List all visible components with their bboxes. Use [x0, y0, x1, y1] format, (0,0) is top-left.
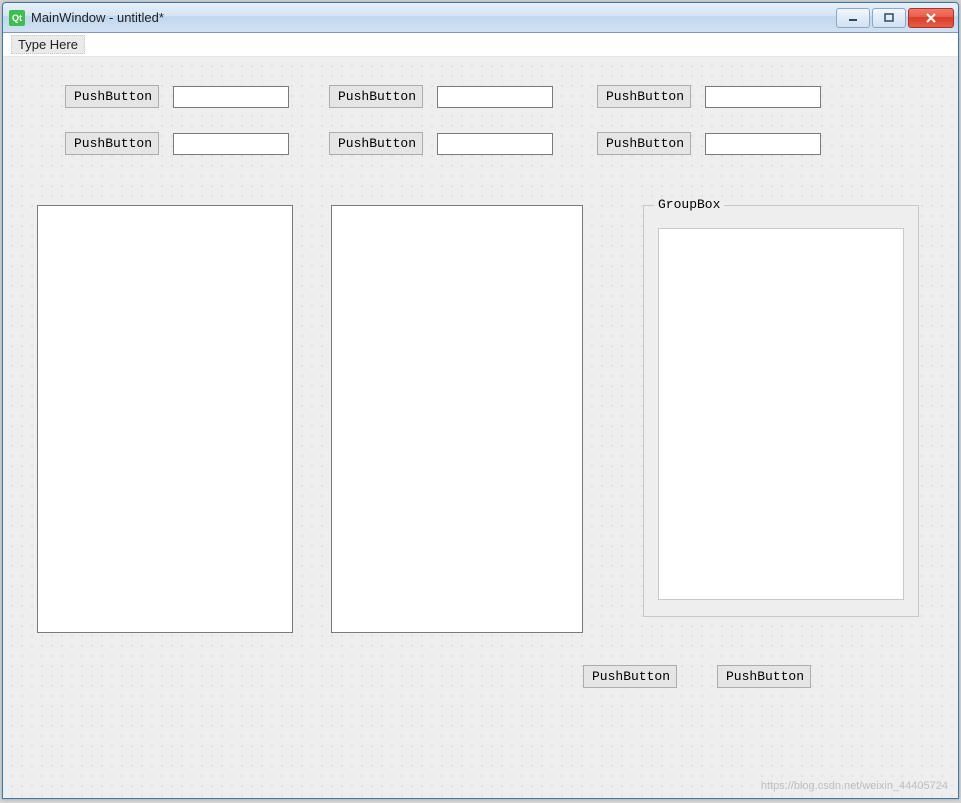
main-window: Qt MainWindow - untitled* Type Here Push… [2, 2, 959, 799]
push-button-bottom-2[interactable]: PushButton [717, 665, 811, 688]
list-widget-2[interactable] [331, 205, 583, 633]
line-edit-1-3[interactable] [705, 86, 821, 108]
group-box: GroupBox [643, 205, 919, 617]
title-bar[interactable]: Qt MainWindow - untitled* [3, 3, 958, 33]
line-edit-2-3[interactable] [705, 133, 821, 155]
window-title: MainWindow - untitled* [31, 10, 836, 25]
push-button-2-2[interactable]: PushButton [329, 132, 423, 155]
line-edit-2-2[interactable] [437, 133, 553, 155]
push-button-bottom-1[interactable]: PushButton [583, 665, 677, 688]
close-button[interactable] [908, 8, 954, 28]
watermark-text: https://blog.csdn.net/weixin_44405724 [761, 780, 948, 792]
push-button-1-2[interactable]: PushButton [329, 85, 423, 108]
window-controls [836, 8, 954, 28]
push-button-2-3[interactable]: PushButton [597, 132, 691, 155]
push-button-2-1[interactable]: PushButton [65, 132, 159, 155]
line-edit-1-1[interactable] [173, 86, 289, 108]
menu-type-here[interactable]: Type Here [11, 35, 85, 54]
list-widget-1[interactable] [37, 205, 293, 633]
group-box-content[interactable] [658, 228, 904, 600]
menu-bar[interactable]: Type Here [3, 33, 958, 57]
push-button-1-3[interactable]: PushButton [597, 85, 691, 108]
qt-icon: Qt [9, 10, 25, 26]
line-edit-1-2[interactable] [437, 86, 553, 108]
line-edit-2-1[interactable] [173, 133, 289, 155]
form-canvas[interactable]: PushButton PushButton PushButton PushBut… [3, 57, 958, 798]
maximize-button[interactable] [872, 8, 906, 28]
push-button-1-1[interactable]: PushButton [65, 85, 159, 108]
minimize-button[interactable] [836, 8, 870, 28]
group-box-title: GroupBox [654, 197, 724, 212]
